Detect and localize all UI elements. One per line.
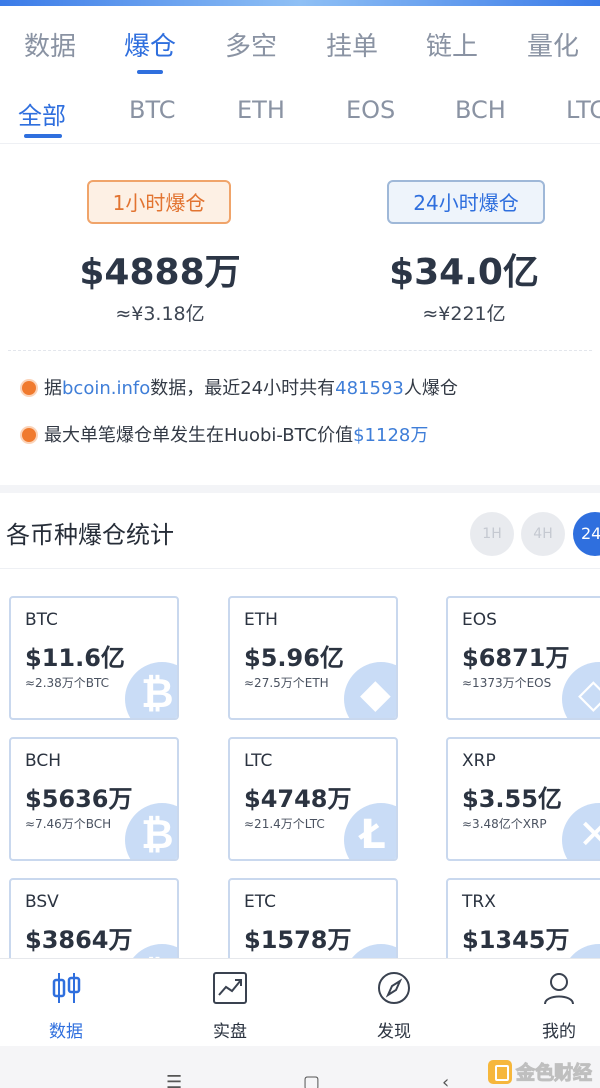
twenty-four-hour-value: $34.0亿 xyxy=(389,252,539,293)
coin-card-trx[interactable]: TRX $1345万 ▽ xyxy=(446,878,600,958)
coin-card-bsv[interactable]: BSV $3864万 ₿ xyxy=(9,878,179,958)
bullet-dot-icon xyxy=(22,381,36,395)
user-icon xyxy=(544,973,574,1005)
trend-chart-icon xyxy=(213,972,247,1004)
nav-discover[interactable]: 发现 xyxy=(354,969,434,1042)
tab-ltc[interactable]: LTC xyxy=(566,96,600,124)
coin-card-grid: BTC $11.6亿 ≈2.38万个BTC ₿ ETH $5.96亿 ≈27.5… xyxy=(0,570,600,958)
bitcoin-cash-icon: ₿ xyxy=(125,803,177,859)
one-hour-cny: ≈¥3.18亿 xyxy=(115,303,205,325)
nav-profile[interactable]: 我的 xyxy=(519,969,599,1042)
tab-bch[interactable]: BCH xyxy=(455,96,506,124)
one-hour-value: $4888万 xyxy=(79,252,241,293)
coin-card-etc[interactable]: ETC $1578万 ◆ xyxy=(228,878,398,958)
ethereum-classic-icon: ◆ xyxy=(344,944,396,958)
coin-card-xrp[interactable]: XRP $3.55亿 ≈3.48亿个XRP ✕ xyxy=(446,737,600,861)
tab-btc[interactable]: BTC xyxy=(129,96,175,124)
source-link[interactable]: bcoin.info xyxy=(62,378,150,399)
twenty-four-hour-cny: ≈¥221亿 xyxy=(422,303,506,325)
ripple-icon: ✕ xyxy=(562,803,600,859)
coin-card-bch[interactable]: BCH $5636万 ≈7.46万个BCH ₿ xyxy=(9,737,179,861)
info-line-people: 据bcoin.info数据，最近24小时共有481593人爆仓 xyxy=(22,374,458,400)
nav-live-trading[interactable]: 实盘 xyxy=(190,969,270,1042)
watermark-logo: 金色财经 xyxy=(488,1058,593,1085)
tab-eos[interactable]: EOS xyxy=(346,96,395,124)
bullet-dot-icon xyxy=(22,428,36,442)
period-24h-button[interactable]: 24 xyxy=(573,512,600,556)
divider xyxy=(8,350,592,351)
litecoin-icon: Ł xyxy=(344,803,396,859)
tab-eth[interactable]: ETH xyxy=(237,96,285,124)
home-icon[interactable]: ▢ xyxy=(303,1072,320,1088)
period-4h-button[interactable]: 4H xyxy=(521,512,565,556)
section-gap xyxy=(0,485,600,493)
twenty-four-hour-badge[interactable]: 24小时爆仓 xyxy=(387,180,545,224)
tab-orders[interactable]: 挂单 xyxy=(326,26,378,63)
liquidation-summary: 1小时爆仓 24小时爆仓 $4888万 $34.0亿 ≈¥3.18亿 ≈¥221… xyxy=(0,145,600,485)
info-line-largest: 最大单笔爆仓单发生在Huobi-BTC价值$1128万 xyxy=(22,421,428,447)
coin-card-eth[interactable]: ETH $5.96亿 ≈27.5万个ETH ◆ xyxy=(228,596,398,720)
back-icon[interactable]: ‹ xyxy=(442,1072,449,1088)
nav-data[interactable]: 数据 xyxy=(26,969,106,1042)
tab-long-short[interactable]: 多空 xyxy=(225,26,277,63)
period-1h-button[interactable]: 1H xyxy=(470,512,514,556)
bitcoin-sv-icon: ₿ xyxy=(125,944,177,958)
coin-stats-header: 各币种爆仓统计 1H 4H 24 xyxy=(0,493,600,569)
candlestick-icon xyxy=(52,973,81,1003)
one-hour-badge[interactable]: 1小时爆仓 xyxy=(87,180,231,224)
tab-data[interactable]: 数据 xyxy=(24,26,76,63)
bitcoin-icon: ₿ xyxy=(125,662,177,718)
primary-tab-bar: 数据 爆仓 多空 挂单 链上 量化 xyxy=(0,6,600,86)
tab-liquidation[interactable]: 爆仓 xyxy=(124,26,176,63)
coin-tab-bar: 全部 BTC ETH EOS BCH LTC xyxy=(0,86,600,144)
menu-icon[interactable]: ☰ xyxy=(166,1072,182,1088)
coin-card-ltc[interactable]: LTC $4748万 ≈21.4万个LTC Ł xyxy=(228,737,398,861)
people-count: 481593 xyxy=(335,378,404,399)
section-title: 各币种爆仓统计 xyxy=(6,521,174,549)
compass-icon xyxy=(378,972,410,1004)
active-coin-indicator xyxy=(24,134,62,138)
coin-card-btc[interactable]: BTC $11.6亿 ≈2.38万个BTC ₿ xyxy=(9,596,179,720)
bottom-navigation: 数据 实盘 发现 我的 xyxy=(0,958,600,1046)
tab-quant[interactable]: 量化 xyxy=(527,26,579,63)
ethereum-icon: ◆ xyxy=(344,662,396,718)
tab-onchain[interactable]: 链上 xyxy=(426,26,478,63)
coin-card-eos[interactable]: EOS $6871万 ≈1373万个EOS ◇ xyxy=(446,596,600,720)
watermark-box-icon xyxy=(488,1059,512,1084)
tab-all[interactable]: 全部 xyxy=(18,96,66,131)
active-tab-indicator xyxy=(137,70,163,74)
largest-order-value: $1128万 xyxy=(353,425,429,446)
